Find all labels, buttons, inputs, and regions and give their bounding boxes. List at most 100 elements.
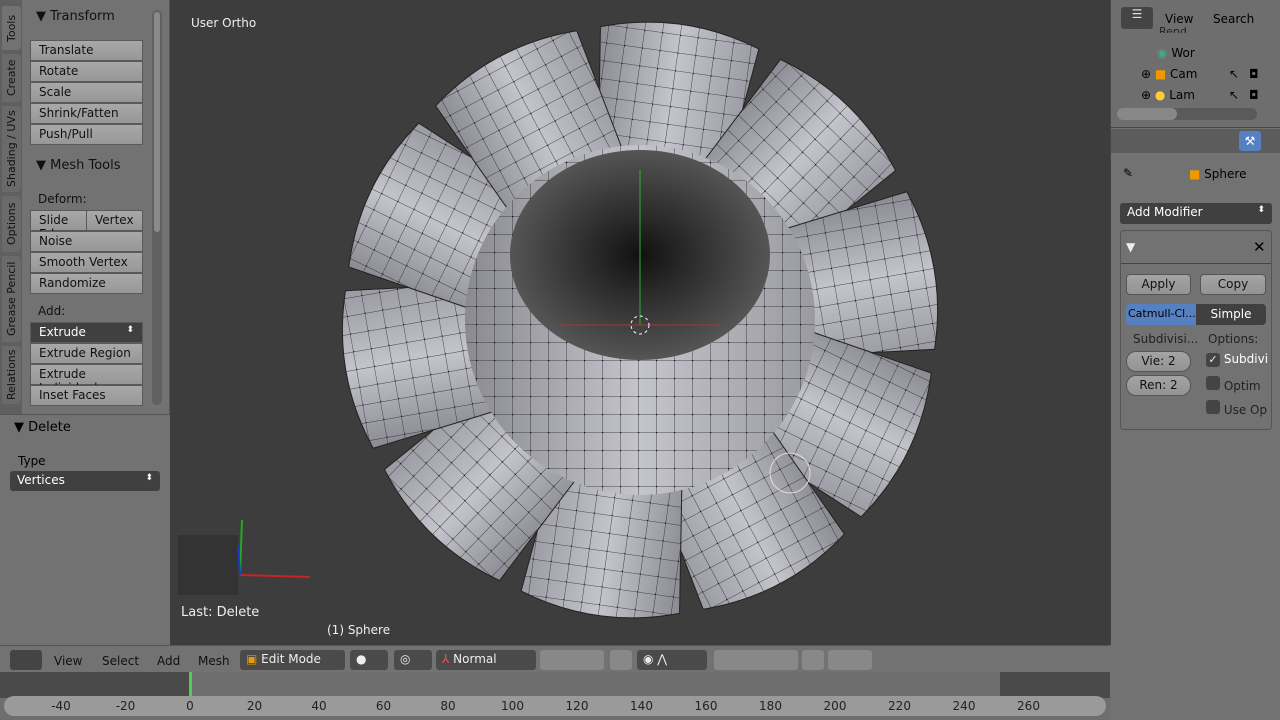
transform-panel-header[interactable]: ▼ Transform — [36, 9, 115, 24]
select-mode-buttons[interactable] — [540, 650, 604, 670]
copy-layout-button[interactable] — [802, 650, 824, 670]
translate-button[interactable]: Translate — [30, 40, 143, 61]
camera-icon: ■ — [1154, 67, 1167, 81]
extrude-dropdown[interactable]: Extrude ⬍ — [30, 322, 143, 343]
object-name: Sphere — [1204, 167, 1247, 181]
tab-grease-pencil[interactable]: Grease Pencil — [2, 256, 21, 342]
rotate-button[interactable]: Rotate — [30, 61, 143, 82]
extrude-individual-button[interactable]: Extrude Individual — [30, 364, 143, 395]
updown-icon: ⬍ — [1257, 205, 1265, 215]
catmull-clark-option[interactable]: Catmull-Cl... — [1126, 304, 1196, 325]
render-buttons[interactable] — [828, 650, 872, 670]
render-levels-field[interactable]: Ren: 2 — [1126, 375, 1191, 396]
pin-icon[interactable]: ✎ — [1123, 166, 1133, 180]
view-levels-field[interactable]: Vie: 2 — [1126, 351, 1191, 372]
tab-options[interactable]: Options — [2, 196, 21, 252]
modifier-tab-wrench-icon[interactable]: ⚒ — [1239, 131, 1261, 151]
checkbox-label: Subdivi — [1223, 352, 1269, 366]
option-checkbox[interactable]: Use Op — [1206, 400, 1267, 417]
item-label: Cam — [1170, 67, 1198, 81]
type-dropdown[interactable]: Vertices ⬍ — [10, 471, 160, 491]
frame-tick: 240 — [952, 699, 976, 713]
menu-view[interactable]: View — [54, 654, 82, 668]
option-checkbox[interactable]: Optim — [1206, 376, 1261, 393]
object-label: (1) Sphere — [327, 623, 391, 637]
frame-tick: 120 — [565, 699, 589, 713]
cursor-icon[interactable]: ↖ — [1229, 88, 1239, 102]
orientation-dropdown[interactable]: ⅄ Normal — [436, 650, 536, 670]
pivot-dropdown[interactable]: ◎ — [394, 650, 432, 670]
timeline[interactable]: -40 -20 0 20 40 60 80 100 120 140 160 180 200 220 240 2… — [0, 672, 1110, 720]
frame-tick: 260 — [1017, 699, 1040, 713]
menu-select[interactable]: Select — [102, 654, 139, 668]
mode-dropdown[interactable]: ▣ Edit Mode — [240, 650, 345, 670]
tab-create[interactable]: Create — [2, 54, 21, 102]
menu-mesh[interactable]: Mesh — [198, 654, 230, 668]
proportional-edit-dropdown[interactable]: ◉ ⋀ — [637, 650, 707, 670]
render-icon[interactable]: ◘ — [1249, 88, 1259, 102]
type-value: Vertices — [17, 473, 65, 487]
timeline-ruler[interactable] — [4, 696, 1106, 716]
mesh-tools-panel-header[interactable]: ▼ Mesh Tools — [36, 158, 121, 173]
mode-label: Edit Mode — [261, 652, 321, 666]
checkbox-icon — [1206, 400, 1220, 414]
smooth-vertex-button[interactable]: Smooth Vertex — [30, 252, 143, 273]
updown-icon: ⬍ — [126, 325, 134, 335]
tab-tools[interactable]: Tools — [2, 6, 21, 50]
option-checkbox[interactable]: ✓ Subdivi — [1206, 352, 1268, 367]
render-icon[interactable]: ◘ — [1249, 67, 1259, 81]
frame-tick: 0 — [186, 699, 194, 713]
snap-buttons[interactable] — [714, 650, 798, 670]
panel-title: Delete — [28, 420, 71, 435]
outliner-search-menu[interactable]: Search — [1213, 12, 1254, 26]
outliner-view-menu[interactable]: View — [1165, 12, 1193, 26]
occlude-button[interactable] — [610, 650, 632, 670]
tab-shading-uvs[interactable]: Shading / UVs — [2, 106, 21, 192]
scrollbar[interactable] — [152, 10, 162, 405]
collapse-icon[interactable]: ▼ — [1126, 240, 1135, 254]
outliner-item-lamp[interactable]: ⊕ ● Lam ↖ ◘ — [1141, 88, 1259, 102]
frame-tick: -40 — [51, 699, 71, 713]
extrude-label: Extrude — [39, 325, 86, 339]
copy-button[interactable]: Copy — [1200, 274, 1266, 295]
panel-title: Transform — [50, 9, 115, 24]
subdivisions-label: Subdivisi... — [1133, 332, 1199, 346]
delete-header[interactable]: ▼ Delete — [14, 420, 71, 435]
randomize-button[interactable]: Randomize — [30, 273, 143, 294]
checkbox-icon: ✓ — [1206, 353, 1220, 367]
cursor-icon[interactable]: ↖ — [1229, 67, 1239, 81]
push-pull-button[interactable]: Push/Pull — [30, 124, 143, 145]
current-frame-marker[interactable] — [189, 672, 192, 698]
cube-icon: ■ — [1189, 167, 1201, 181]
frame-tick: 60 — [375, 699, 392, 713]
apply-button[interactable]: Apply — [1126, 274, 1191, 295]
h-scrollbar[interactable] — [1117, 108, 1257, 120]
deform-label: Deform: — [38, 192, 87, 206]
3d-viewport[interactable]: User Ortho Last: Delete (1) Sphere — [170, 0, 1110, 645]
shrink-fatten-button[interactable]: Shrink/Fatten — [30, 103, 143, 124]
outliner-item[interactable]: Rend — [1159, 25, 1187, 33]
shading-dropdown[interactable]: ● — [350, 650, 388, 670]
scale-button[interactable]: Scale — [30, 82, 143, 103]
lamp-icon: ● — [1154, 88, 1166, 102]
menu-add[interactable]: Add — [157, 654, 180, 668]
vertex-slide-button[interactable]: Vertex — [86, 210, 143, 231]
outliner: ☰ View Search Rend ◉ Wor ⊕ ■ Cam ↖ ◘ ⊕ ● L… — [1111, 0, 1280, 128]
outliner-item-camera[interactable]: ⊕ ■ Cam ↖ ◘ — [1141, 67, 1259, 81]
inset-faces-button[interactable]: Inset Faces — [30, 385, 143, 406]
simple-option[interactable]: Simple — [1196, 304, 1266, 325]
type-label: Type — [18, 454, 46, 468]
options-label: Options: — [1208, 332, 1259, 346]
editor-type-button[interactable]: ☰ — [1121, 7, 1153, 29]
add-modifier-dropdown[interactable]: Add Modifier ⬍ — [1120, 203, 1272, 224]
editor-type-button[interactable] — [10, 650, 42, 670]
tab-relations[interactable]: Relations — [2, 346, 21, 404]
tool-tabs: Tools Create Shading / UVs Options Grease Pe… — [0, 0, 22, 415]
extrude-region-button[interactable]: Extrude Region — [30, 343, 143, 364]
outliner-item-world[interactable]: ◉ Wor — [1157, 46, 1195, 60]
manipulator-icon: ⅄ — [442, 652, 450, 666]
properties-tabs: ⚒ — [1111, 129, 1280, 153]
slide-edge-button[interactable]: Slide Ed — [30, 210, 87, 241]
noise-button[interactable]: Noise — [30, 231, 143, 252]
close-icon[interactable]: ✕ — [1253, 238, 1266, 256]
